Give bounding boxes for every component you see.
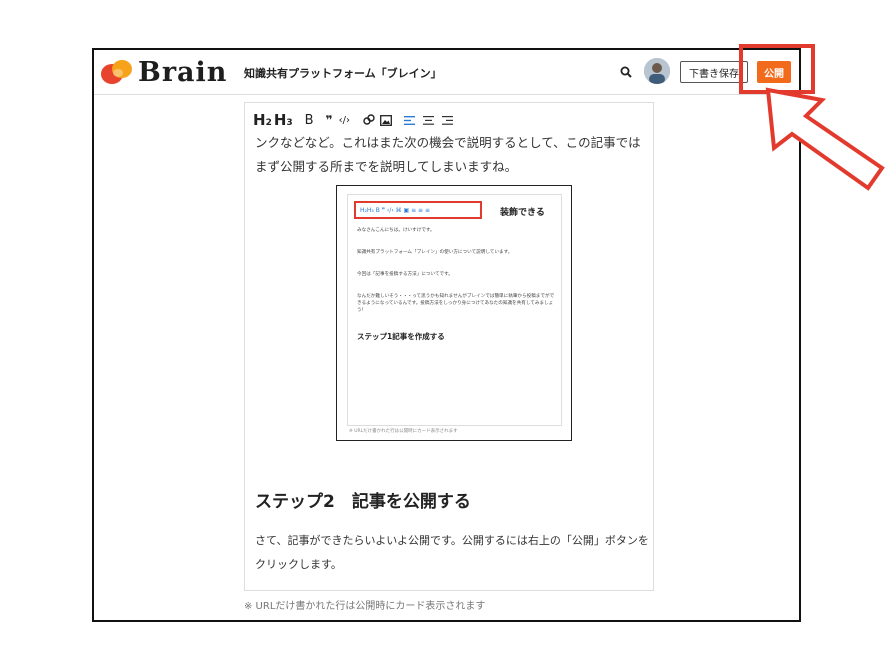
url-card-note: ※ URLだけ書かれた行は公開時にカード表示されます xyxy=(244,601,486,612)
screenshot-editor: H₂H₃ B ❞ ‹/› ⌘ ▣ ≡ ≡ ≡ 装飾できる みなさんこんにちは。け… xyxy=(347,194,562,426)
site-tagline: 知識共有プラットフォーム「ブレイン」 xyxy=(244,67,442,80)
brain-logo[interactable]: Brain xyxy=(100,56,227,88)
image-button[interactable] xyxy=(380,109,392,131)
screenshot-line: 今回は「記事を投稿する方法」についてです。 xyxy=(357,272,453,277)
search-icon xyxy=(620,66,632,78)
align-right-icon xyxy=(442,115,453,125)
article-editor[interactable]: H2 H3 B ❞ ‹/› ンクなどなど。これはまた次の機会で説明するとして、こ… xyxy=(244,102,654,591)
align-center-icon xyxy=(423,115,434,125)
screenshot-line: みなさんこんにちは。けいすけです。 xyxy=(357,228,435,233)
quote-button[interactable]: ❞ xyxy=(326,109,333,131)
brain-logo-icon xyxy=(101,60,132,84)
align-left-button[interactable] xyxy=(404,109,415,131)
decoration-label: 装飾できる xyxy=(500,208,545,218)
align-center-button[interactable] xyxy=(423,109,434,131)
screenshot-url-note: ※ URLだけ書かれた行は公開時にカード表示されます xyxy=(349,429,458,434)
code-button[interactable]: ‹/› xyxy=(339,109,350,131)
body-paragraph[interactable]: ンクなどなど。これはまた次の機会で説明するとして、この記事ではまず公開する所まで… xyxy=(255,131,651,179)
annotation-arrow-icon xyxy=(765,87,885,191)
embedded-screenshot: H₂H₃ B ❞ ‹/› ⌘ ▣ ≡ ≡ ≡ 装飾できる みなさんこんにちは。け… xyxy=(336,185,572,441)
image-icon xyxy=(380,114,392,126)
body-paragraph[interactable]: さて、記事ができたらいよいよ公開です。公開するには右上の「公開」ボタンをクリック… xyxy=(255,529,651,577)
user-avatar[interactable] xyxy=(644,58,670,84)
save-draft-button[interactable]: 下書き保存 xyxy=(680,61,748,83)
screenshot-line: なんだか難しいそう・・・って思うかも知れませんがブレインでは簡単に執筆から投稿ま… xyxy=(357,294,555,313)
avatar-icon xyxy=(644,58,670,84)
screenshot-heading: ステップ1記事を作成する xyxy=(357,332,445,341)
screenshot-toolbar-highlight: H₂H₃ B ❞ ‹/› ⌘ ▣ ≡ ≡ ≡ xyxy=(354,201,482,219)
section-heading[interactable]: ステップ2 記事を公開する xyxy=(255,487,471,512)
align-left-icon xyxy=(404,115,415,125)
bold-button[interactable]: B xyxy=(305,109,314,131)
align-right-button[interactable] xyxy=(442,109,453,131)
search-button[interactable] xyxy=(615,61,637,83)
editor-toolbar: H2 H3 B ❞ ‹/› xyxy=(253,109,465,131)
screenshot-toolbar-text: H₂H₃ B ❞ ‹/› ⌘ ▣ ≡ ≡ ≡ xyxy=(360,206,431,214)
screenshot-line: 知識共有プラットフォーム「ブレイン」の使い方について説明しています。 xyxy=(357,250,513,255)
link-button[interactable] xyxy=(362,109,376,131)
link-icon xyxy=(363,114,375,125)
logo-text: Brain xyxy=(138,56,228,88)
browser-frame: Brain 知識共有プラットフォーム「ブレイン」 下書き保存 公開 H2 H3 … xyxy=(92,48,801,622)
heading3-button[interactable]: H3 xyxy=(274,109,293,131)
site-header: Brain 知識共有プラットフォーム「ブレイン」 下書き保存 公開 xyxy=(94,50,799,95)
heading2-button[interactable]: H2 xyxy=(253,109,272,131)
